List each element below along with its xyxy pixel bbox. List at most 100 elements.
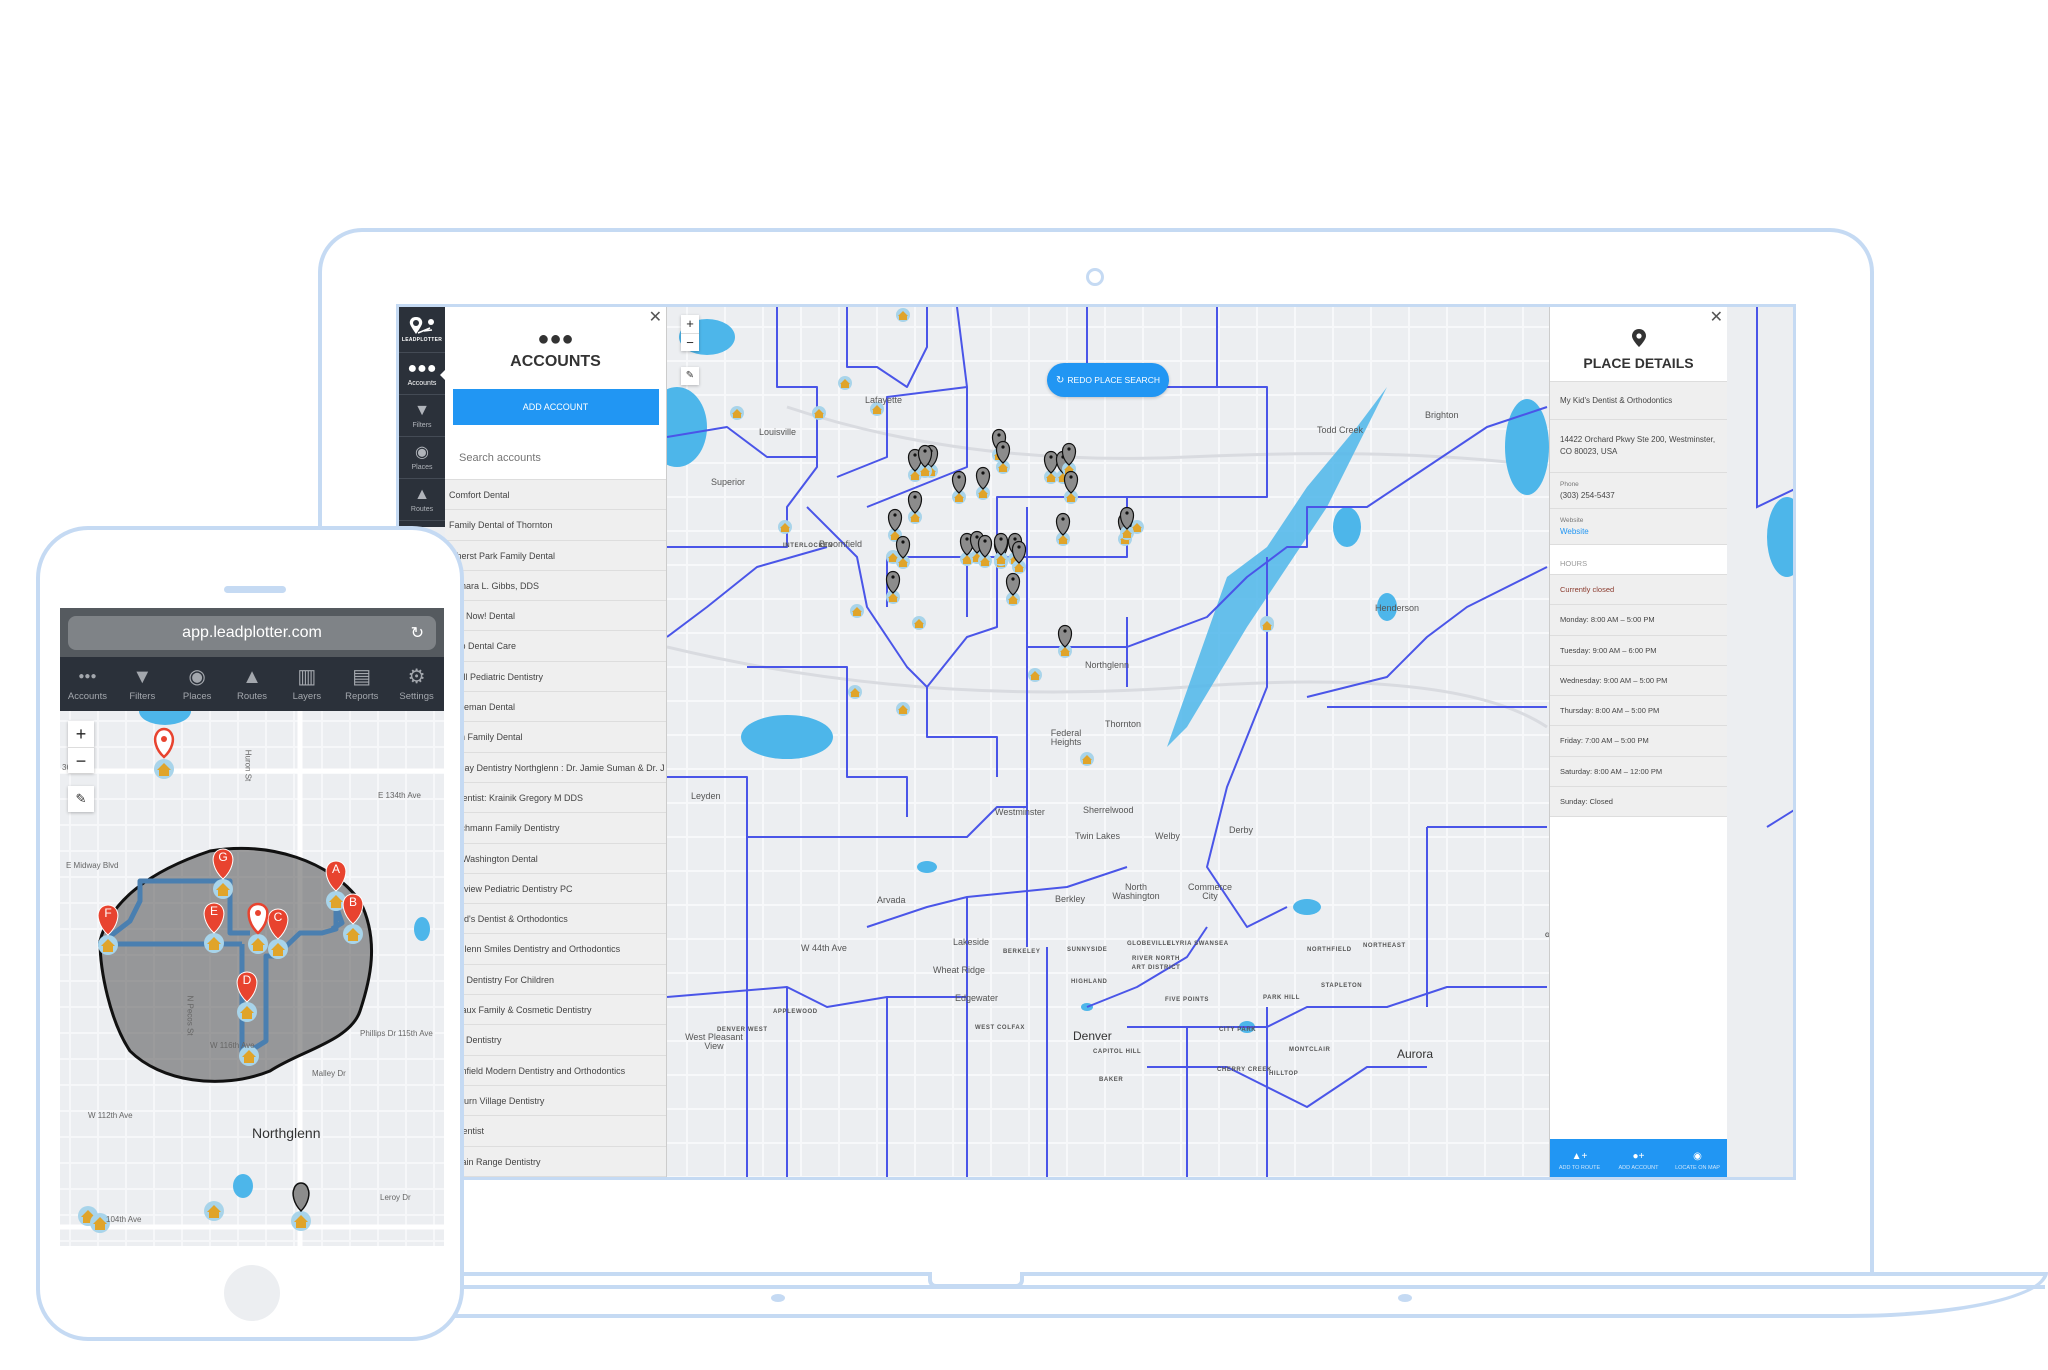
phone-home-button[interactable]	[224, 1265, 280, 1321]
zoom-in-button[interactable]: +	[68, 721, 94, 747]
sidebar-nav: LEADPLOTTER ●●● Accounts ▼ Filters ◉ Pla…	[399, 307, 446, 527]
map-label-derby: Derby	[1229, 825, 1254, 835]
phone-nav-reports[interactable]: ▤ Reports	[334, 657, 389, 711]
add-to-route-button[interactable]: ▲+ ADD TO ROUTE	[1550, 1139, 1609, 1177]
hours-header: HOURS	[1550, 545, 1727, 575]
pin-dot	[997, 433, 1001, 437]
map-label-westminster: Westminster	[995, 807, 1045, 817]
map-pin-icon	[951, 470, 967, 494]
leadplotter-logo[interactable]: LEADPLOTTER	[399, 307, 445, 353]
close-icon[interactable]: ✕	[1710, 307, 1723, 327]
phone-nav-accounts[interactable]: ●●● Accounts	[60, 657, 115, 711]
account-list-item[interactable]: rron Family Dental	[445, 722, 666, 753]
account-list-item[interactable]: uggeman Dental	[445, 692, 666, 723]
account-list-item[interactable]: oomfield Modern Dentistry and Orthodonti…	[445, 1056, 666, 1086]
phone-nav-label: Accounts	[67, 691, 107, 702]
pin-dot	[891, 575, 895, 579]
water-body	[741, 715, 833, 759]
account-list-item[interactable]: Family Dental of Thornton	[445, 510, 666, 541]
account-list-item[interactable]: adburn Village Dentistry	[445, 1086, 666, 1117]
zoom-out-button[interactable]: −	[681, 333, 699, 351]
pin-dot	[923, 449, 927, 453]
account-list-item[interactable]: lltop Dental Care	[445, 631, 666, 662]
account-list-item[interactable]: Tamara L. Gibbs, DDS	[445, 571, 666, 602]
account-list-item[interactable]: y Dentist	[445, 1116, 666, 1147]
account-list-item[interactable]: Comfort Dental	[445, 480, 666, 511]
redo-search-label: REDO PLACE SEARCH	[1067, 375, 1160, 385]
map-label-superior: Superior	[711, 477, 746, 487]
phone-nav-layers[interactable]: ▥ Layers	[279, 657, 334, 711]
account-list-item[interactable]: ung Dentistry For Children	[445, 965, 666, 996]
website-link[interactable]: Website	[1560, 527, 1589, 536]
open-status: Currently closed	[1550, 575, 1727, 606]
map-label-lakeside: Lakeside	[953, 937, 990, 947]
phone-map-view[interactable]: A B C D E F G + − ✎ E Midway Blvd W 116th Ave W …	[60, 697, 444, 1246]
details-footer: ▲+ ADD TO ROUTE ●+ ADD ACCOUNT ◉ LOCATE …	[1550, 1139, 1727, 1177]
account-list-item[interactable]: rth Washington Dental	[445, 844, 666, 874]
laptop-hinge-line	[445, 1285, 2045, 1289]
map-pin-icon: ◉	[188, 666, 206, 688]
sidebar-item-filters[interactable]: ▼ Filters	[399, 395, 445, 437]
map-pin-icon	[1043, 450, 1059, 474]
phone-nav-label: Layers	[292, 691, 322, 702]
map-label-north-washington: North Washington	[1112, 882, 1160, 901]
locate-on-map-button[interactable]: ◉ LOCATE ON MAP	[1668, 1139, 1727, 1177]
footer-label: ADD ACCOUNT	[1618, 1165, 1659, 1171]
close-icon[interactable]: ✕	[649, 307, 662, 327]
pin-dot	[1017, 545, 1021, 549]
map-label-edgewater: Edgewater	[955, 993, 999, 1003]
pin-dot	[1001, 445, 1005, 449]
account-list-item[interactable]: eischmann Family Dentistry	[445, 813, 666, 844]
pin-dot	[901, 540, 905, 544]
search-accounts-input[interactable]	[445, 447, 666, 469]
map-label-louisville: Louisville	[759, 427, 797, 437]
account-list-item[interactable]: lbot Dentistry	[445, 1025, 666, 1056]
boundary-line	[667, 986, 967, 1008]
map-label-applewood: APPLEWOOD	[773, 1009, 818, 1015]
account-list-item[interactable]: othill Pediatric Dentistry	[445, 662, 666, 693]
pin-dot	[1125, 511, 1129, 515]
map-pin-icon	[1550, 329, 1727, 351]
map-label-brighton: Brighton	[1425, 410, 1459, 420]
account-list-item[interactable]: y Kid's Dentist & Orthodontics	[445, 904, 666, 935]
route-stop-label: C	[274, 910, 283, 924]
pencil-icon[interactable]: ✎	[681, 367, 699, 385]
add-account-button[interactable]: ADD ACCOUNT	[452, 389, 659, 425]
add-user-icon: ●+	[1632, 1151, 1645, 1162]
refresh-icon: ↻	[1056, 374, 1065, 386]
url-bar[interactable]: app.leadplotter.com ↻	[68, 616, 436, 650]
add-route-icon: ▲+	[1571, 1151, 1588, 1162]
map-view[interactable]: + − ✎ ↻ REDO PLACE SEARCH Lafayette Louis…	[667, 307, 1549, 1177]
sidebar-item-places[interactable]: ◉ Places	[399, 437, 445, 479]
account-list-item[interactable]: dgeview Pediatric Dentistry PC	[445, 874, 666, 905]
add-account-footer-button[interactable]: ●+ ADD ACCOUNT	[1609, 1139, 1668, 1177]
reload-icon[interactable]: ↻	[411, 623, 424, 643]
account-list-item[interactable]: ight Now! Dental	[445, 601, 666, 632]
map-label-lafayette: Lafayette	[865, 395, 903, 405]
pencil-icon[interactable]: ✎	[68, 786, 94, 812]
phone-nav-filters[interactable]: ▼ Filters	[115, 657, 170, 711]
sidebar-item-accounts[interactable]: ●●● Accounts	[399, 353, 446, 395]
zoom-out-button[interactable]: −	[68, 747, 94, 773]
phone-map-label-w116: W 116th Ave	[210, 1041, 255, 1050]
place-name-text: My Kid's Dentist & Orthodontics	[1560, 396, 1673, 405]
phone-nav-routes[interactable]: ▲ Routes	[225, 657, 280, 711]
account-list: Comfort Dental Family Dental of Thornton m…	[445, 479, 666, 1177]
account-list-item[interactable]: ateaux Family & Cosmetic Dentistry	[445, 995, 666, 1026]
sidebar-item-routes[interactable]: ▲ Routes	[399, 479, 445, 521]
account-list-item[interactable]: w Day Dentistry Northglenn : Dr. Jamie S…	[445, 753, 666, 783]
account-list-item[interactable]: mherst Park Family Dental	[445, 541, 666, 571]
phone-nav-places[interactable]: ◉ Places	[170, 657, 225, 711]
account-list-item[interactable]: y Dentist: Krainik Gregory M DDS	[445, 783, 666, 814]
phone-nav-settings[interactable]: ⚙ Settings	[389, 657, 444, 711]
water-body	[917, 861, 937, 873]
account-list-item[interactable]: untain Range Dentistry	[445, 1147, 666, 1177]
account-list-item[interactable]: rthglenn Smiles Dentistry and Orthodonti…	[445, 934, 666, 965]
pin-dot	[1063, 629, 1067, 633]
map-pin-icon	[885, 570, 901, 594]
zoom-in-button[interactable]: +	[681, 315, 699, 333]
hours-row: Saturday: 8:00 AM – 12:00 PM	[1550, 756, 1727, 788]
map-label-stapleton: STAPLETON	[1321, 983, 1363, 989]
redo-place-search-button[interactable]: ↻ REDO PLACE SEARCH	[1047, 363, 1169, 397]
phone-map-label-e134: E 134th Ave	[378, 791, 421, 800]
